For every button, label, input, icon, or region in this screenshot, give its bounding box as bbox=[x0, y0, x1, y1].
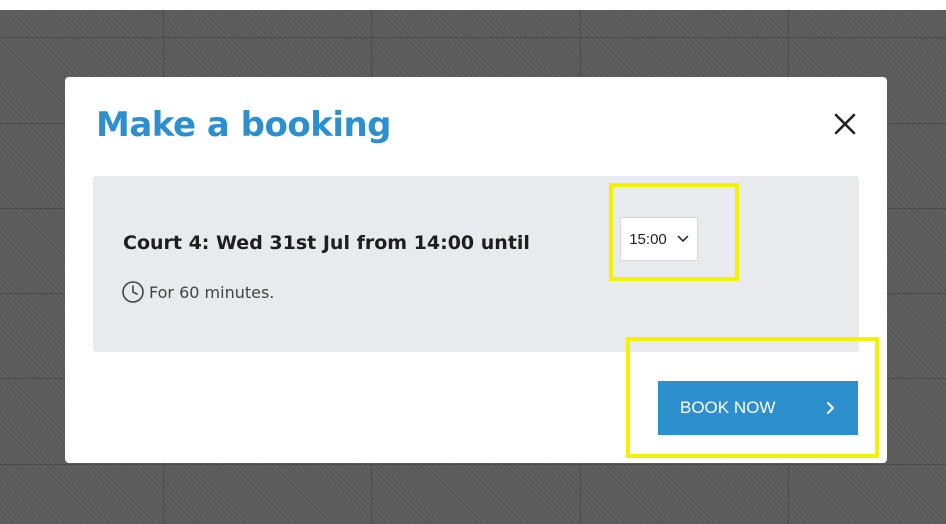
highlight-box-book-button bbox=[626, 337, 879, 458]
close-button[interactable] bbox=[831, 110, 859, 138]
booking-details-panel: Court 4: Wed 31st Jul from 14:00 until 1… bbox=[93, 176, 859, 352]
booking-summary: Court 4: Wed 31st Jul from 14:00 until bbox=[123, 232, 530, 254]
grid-line bbox=[0, 37, 946, 38]
page-top-strip bbox=[0, 0, 946, 10]
clock-icon bbox=[122, 281, 144, 303]
duration-row: For 60 minutes. bbox=[121, 280, 274, 304]
duration-text: For 60 minutes. bbox=[149, 282, 275, 302]
grid-line bbox=[0, 464, 946, 465]
close-icon bbox=[834, 113, 856, 135]
highlight-box-time-select bbox=[609, 183, 739, 281]
modal-title: Make a booking bbox=[96, 105, 392, 145]
